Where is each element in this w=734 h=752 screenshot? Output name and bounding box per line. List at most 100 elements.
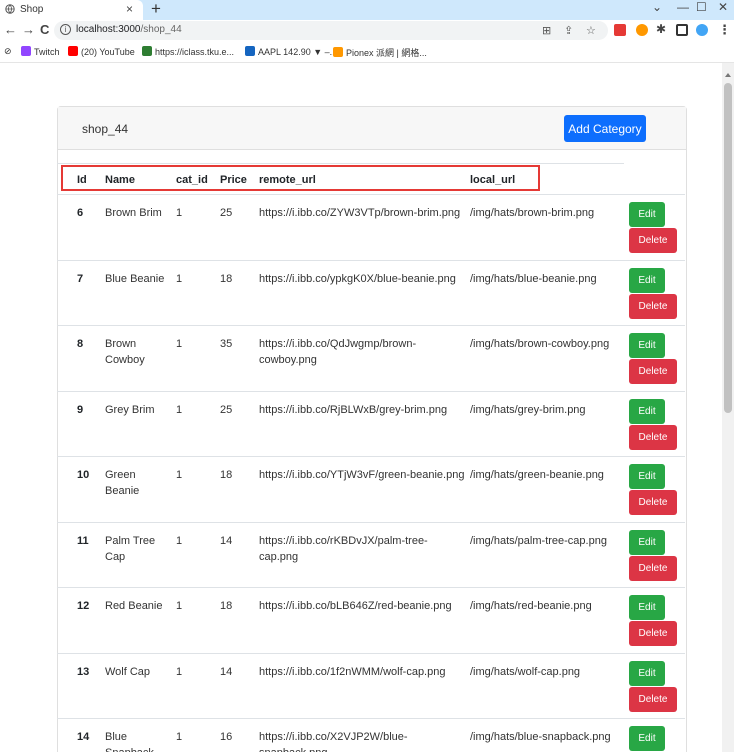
card-header: shop_44 Add Category (58, 107, 686, 150)
cell-name: Wolf Cap (105, 666, 151, 678)
delete-button[interactable]: Delete (629, 687, 677, 712)
translate-icon[interactable]: ⊞ (542, 24, 551, 37)
delete-button[interactable]: Delete (629, 556, 677, 581)
cell-name: Blue (105, 731, 128, 743)
cell-cat-id: 1 (176, 666, 183, 678)
delete-button[interactable]: Delete (629, 621, 677, 646)
extension-icon[interactable] (614, 24, 626, 36)
cell-name: Palm Tree (105, 535, 156, 547)
address-bar[interactable]: i localhost:3000/shop_44 ⊞ ⇪ ☆ (54, 21, 608, 40)
profile-avatar[interactable] (696, 24, 708, 36)
cell-name: Green (105, 469, 136, 481)
cell-name: Blue Beanie (105, 273, 165, 285)
edit-button[interactable]: Edit (629, 530, 665, 555)
cell-cat-id: 1 (176, 600, 183, 612)
edit-button[interactable]: Edit (629, 202, 665, 227)
extensions-puzzle-icon[interactable]: ✱ (656, 22, 666, 36)
edit-button[interactable]: Edit (629, 464, 665, 489)
cell-price: 16 (220, 731, 233, 743)
cell-name: Grey Brim (105, 404, 155, 416)
row-divider (57, 260, 685, 261)
info-icon[interactable]: i (60, 24, 71, 35)
url-text[interactable]: localhost:3000/shop_44 (76, 24, 182, 35)
bookmark-youtube[interactable]: (20) YouTube (68, 46, 135, 57)
edit-button[interactable]: Edit (629, 595, 665, 620)
cell-local-url: /img/hats/brown-brim.png (470, 207, 595, 219)
cell-remote-url: https://i.ibb.co/rKBDvJX/palm-tree- (259, 535, 428, 547)
bookmark-twitch[interactable]: Twitch (21, 46, 60, 57)
cell-price: 14 (220, 666, 233, 678)
row-divider (57, 653, 685, 654)
cell-remote-url: https://i.ibb.co/1f2nWMM/wolf-cap.png (259, 666, 446, 678)
new-tab-button[interactable]: + (151, 0, 161, 19)
minimize-button[interactable]: — (677, 0, 689, 14)
share-icon[interactable]: ⇪ (564, 24, 573, 37)
cell-name: Red Beanie (105, 600, 163, 612)
close-window-button[interactable]: ✕ (718, 0, 728, 14)
cell-id: 13 (77, 666, 90, 678)
bookmark-pionex[interactable]: Pionex 派網 | 網格... (333, 46, 427, 59)
reload-icon[interactable]: C (40, 22, 49, 37)
cell-local-url: /img/hats/palm-tree-cap.png (470, 535, 607, 547)
edit-button[interactable]: Edit (629, 268, 665, 293)
cell-remote-url: snapback.png (259, 745, 328, 752)
cell-remote-url: https://i.ibb.co/ZYW3VTp/brown-brim.png (259, 207, 461, 219)
bookmarks-bar: ⊘ Twitch (20) YouTube https://iclass.tku… (0, 41, 734, 63)
table-top-border (57, 163, 624, 164)
edit-button[interactable]: Edit (629, 661, 665, 686)
shop-card: shop_44 Add Category (57, 106, 687, 752)
delete-button[interactable]: Delete (629, 425, 677, 450)
cell-id: 11 (77, 535, 89, 547)
cell-name: Brown Brim (105, 207, 162, 219)
cell-id: 14 (77, 731, 90, 743)
side-panel-icon[interactable] (676, 24, 688, 36)
extension-icon[interactable] (636, 24, 648, 36)
youtube-icon (68, 46, 78, 56)
toolbar: ← → C i localhost:3000/shop_44 ⊞ ⇪ ☆ ✱ ⋮ (0, 20, 734, 41)
cell-id: 6 (77, 207, 84, 219)
row-divider (57, 522, 685, 523)
star-icon[interactable]: ☆ (586, 24, 596, 37)
shop-name: shop_44 (82, 122, 129, 136)
apps-icon[interactable]: ⊘ (4, 46, 12, 57)
tab-close-icon[interactable]: × (126, 2, 133, 16)
tab-strip: Shop × + ⌄ — ☐ ✕ (0, 0, 734, 20)
cell-local-url: /img/hats/blue-snapback.png (470, 731, 611, 743)
delete-button[interactable]: Delete (629, 359, 677, 384)
scroll-up-icon[interactable] (725, 73, 731, 77)
row-divider (57, 391, 685, 392)
row-divider (57, 456, 685, 457)
add-category-button[interactable]: Add Category (564, 115, 646, 142)
row-divider (57, 718, 685, 719)
header-highlight-box (61, 165, 540, 191)
back-icon[interactable]: ← (4, 22, 17, 37)
cell-cat-id: 1 (176, 404, 183, 416)
edit-button[interactable]: Edit (629, 333, 665, 358)
scrollbar-thumb[interactable] (724, 83, 732, 413)
cell-remote-url: https://i.ibb.co/ypkgK0X/blue-beanie.png (259, 273, 456, 285)
cell-local-url: /img/hats/grey-brim.png (470, 404, 586, 416)
cell-cat-id: 1 (176, 207, 183, 219)
menu-icon[interactable]: ⋮ (718, 22, 731, 38)
forward-icon[interactable]: → (22, 22, 35, 37)
bookmark-aapl[interactable]: AAPL 142.90 ▼ –... (245, 46, 337, 57)
tradingview-icon (245, 46, 255, 56)
delete-button[interactable]: Delete (629, 228, 677, 253)
delete-button[interactable]: Delete (629, 294, 677, 319)
edit-button[interactable]: Edit (629, 726, 665, 751)
cell-cat-id: 1 (176, 535, 183, 547)
cell-price: 18 (220, 273, 233, 285)
cell-remote-url: https://i.ibb.co/X2VJP2W/blue- (259, 731, 408, 743)
edit-button[interactable]: Edit (629, 399, 665, 424)
browser-tab[interactable]: Shop × (0, 0, 143, 20)
delete-button[interactable]: Delete (629, 490, 677, 515)
page-scrollbar[interactable] (722, 63, 734, 752)
bookmark-iclass[interactable]: https://iclass.tku.e... (142, 46, 234, 57)
cell-id: 9 (77, 404, 84, 416)
tab-search-icon[interactable]: ⌄ (652, 0, 662, 14)
cell-local-url: /img/hats/blue-beanie.png (470, 273, 597, 285)
cell-remote-url: https://i.ibb.co/RjBLWxB/grey-brim.png (259, 404, 448, 416)
cell-price: 25 (220, 207, 233, 219)
maximize-button[interactable]: ☐ (696, 0, 707, 14)
cell-name: Brown (105, 338, 137, 350)
